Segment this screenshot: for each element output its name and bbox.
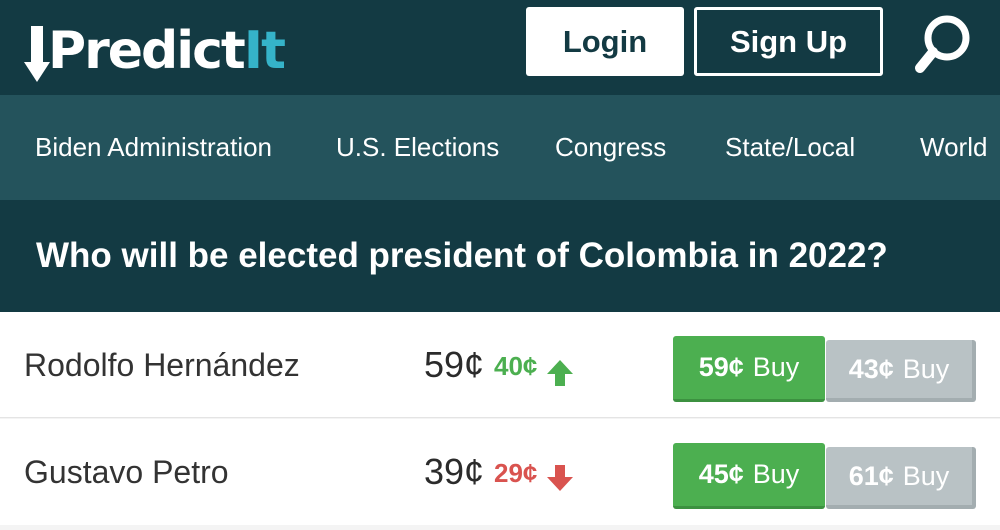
logo-text-predict: Predict — [48, 21, 246, 81]
buy-yes-button[interactable]: 45¢ Buy — [673, 443, 825, 509]
search-icon — [915, 15, 970, 73]
contract-row[interactable]: Gustavo Petro 39¢ 29¢ 45¢ Buy 61¢ Buy — [0, 419, 1000, 525]
buy-no-price: 43¢ — [848, 353, 894, 384]
buy-yes-label: Buy — [752, 459, 800, 489]
signup-button[interactable]: Sign Up — [694, 7, 883, 76]
contract-price: 39¢ — [424, 451, 485, 492]
nav-item-state-local[interactable]: State/Local — [725, 95, 855, 200]
price-change: 29¢ — [494, 458, 538, 488]
buy-yes-button[interactable]: 59¢ Buy — [673, 336, 825, 402]
buy-yes-price: 45¢ — [698, 459, 744, 489]
category-nav: Biden Administration U.S. Elections Cong… — [0, 95, 1000, 200]
logo-wordmark: PredictIt — [48, 18, 286, 84]
contract-row[interactable]: Rodolfo Hernández 59¢ 40¢ 59¢ Buy 43¢ Buy — [0, 312, 1000, 418]
site-header: PredictIt Login Sign Up — [0, 0, 1000, 95]
logo-text-it: It — [243, 21, 286, 81]
buy-no-label: Buy — [902, 460, 950, 491]
predictit-logo[interactable]: PredictIt — [22, 18, 286, 84]
contract-price: 59¢ — [424, 344, 485, 385]
buy-yes-label: Buy — [752, 352, 800, 382]
market-question: Who will be elected president of Colombi… — [36, 236, 888, 275]
buy-no-button[interactable]: 61¢ Buy — [826, 447, 976, 509]
nav-item-congress[interactable]: Congress — [555, 95, 666, 200]
contract-name: Gustavo Petro — [24, 454, 229, 490]
contract-name: Rodolfo Hernández — [24, 347, 300, 383]
buy-yes-price: 59¢ — [698, 352, 744, 382]
buy-no-label: Buy — [902, 353, 950, 384]
nav-item-biden-administration[interactable]: Biden Administration — [35, 95, 272, 200]
price-change: 40¢ — [494, 351, 538, 381]
nav-item-us-elections[interactable]: U.S. Elections — [336, 95, 499, 200]
market-header: Who will be elected president of Colombi… — [0, 200, 1000, 312]
arrow-up-icon — [546, 359, 574, 387]
buy-no-button[interactable]: 43¢ Buy — [826, 340, 976, 402]
buy-no-price: 61¢ — [848, 460, 894, 491]
nav-item-world[interactable]: World — [920, 95, 987, 200]
search-button[interactable] — [914, 12, 974, 76]
arrow-down-icon — [546, 464, 574, 492]
login-button[interactable]: Login — [526, 7, 684, 76]
